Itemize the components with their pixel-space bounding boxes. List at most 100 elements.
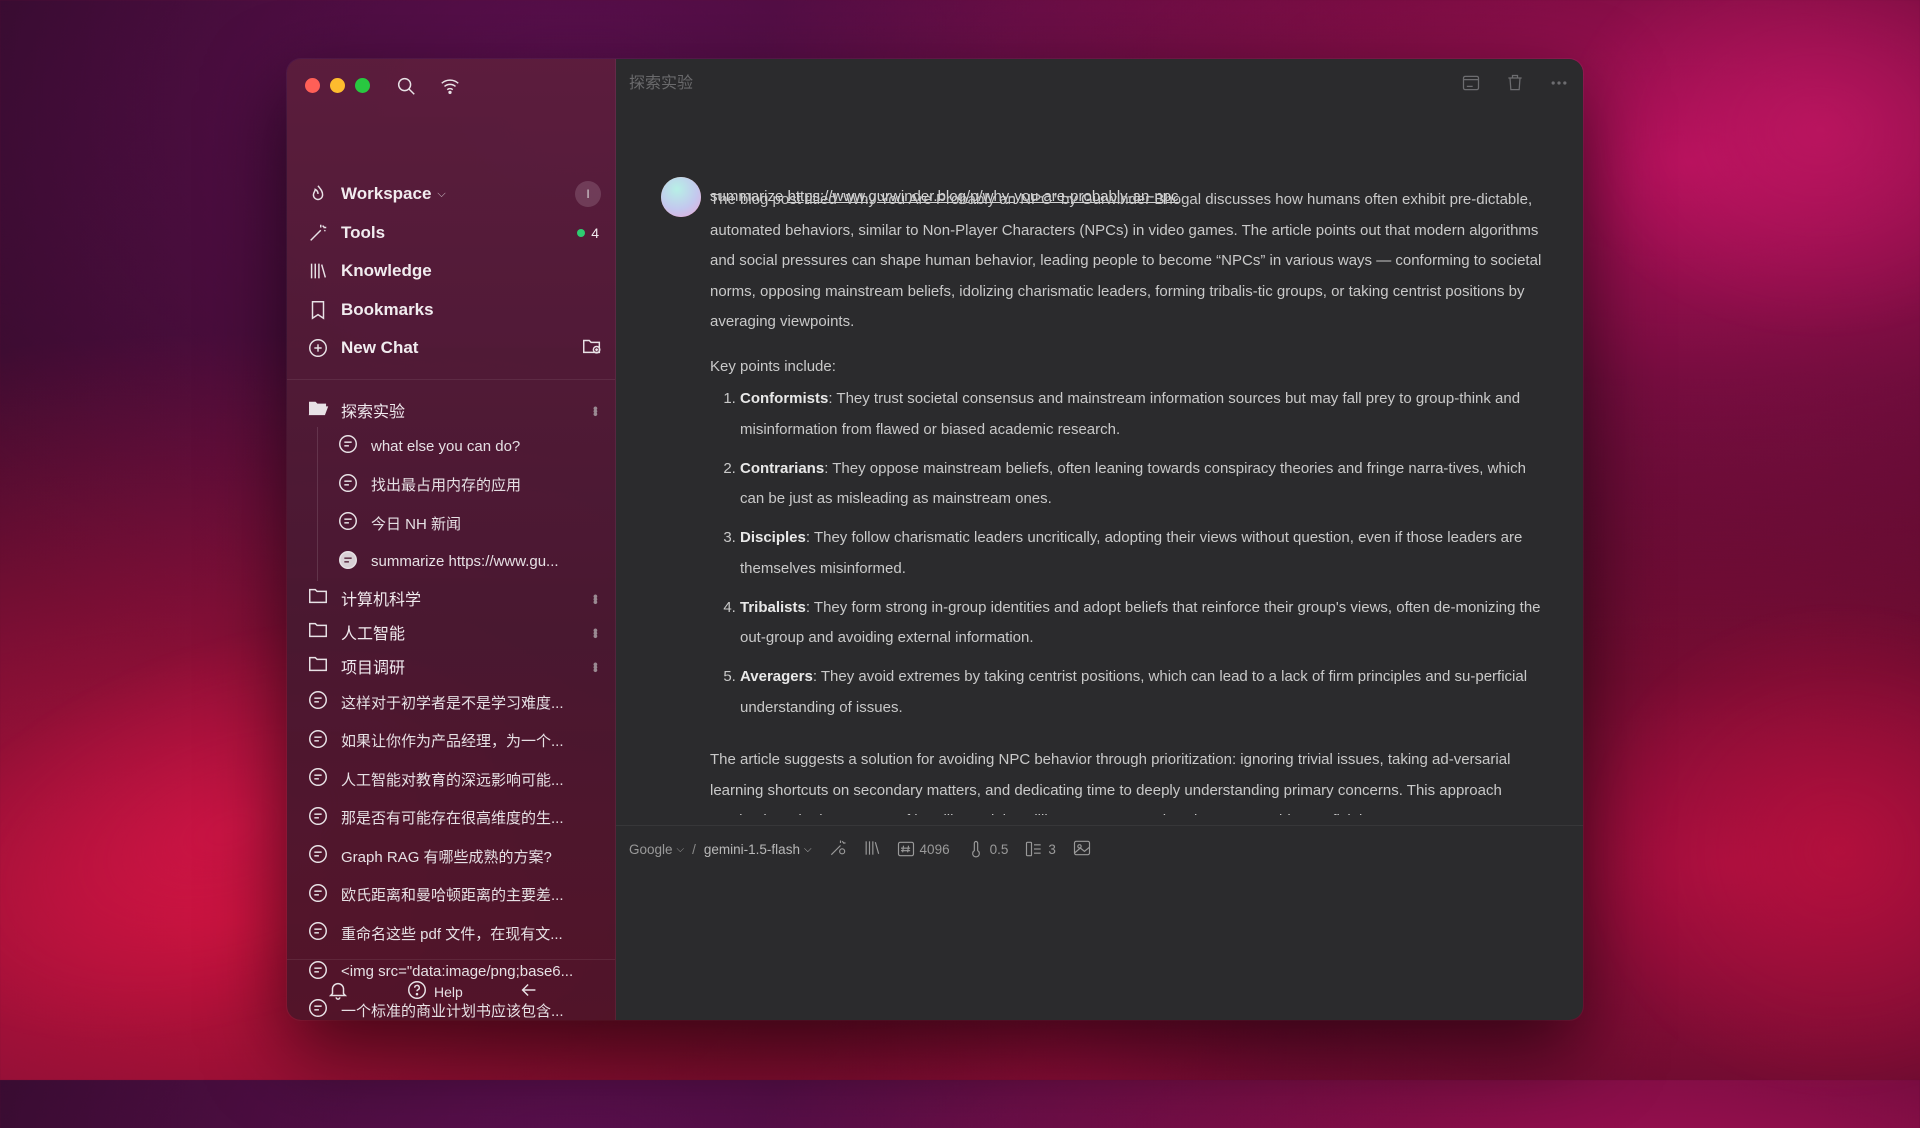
more-vertical-icon[interactable]: ••• (588, 662, 603, 671)
tools-icon (307, 222, 329, 244)
list-item[interactable]: 找出最占用内存的应用 (303, 465, 603, 505)
list-item[interactable]: 重命名这些 pdf 文件，在现有文... (303, 914, 603, 953)
sidebar-bottom-bar: Help (287, 959, 615, 1020)
chat-bubble-filled-icon (337, 549, 359, 575)
close-window-button[interactable] (305, 78, 320, 93)
folder-name: 人工智能 (341, 626, 406, 643)
new-chat-icon (307, 337, 329, 359)
chat-bubble-icon (307, 766, 329, 792)
sidebar-item-new-chat[interactable]: New Chat (303, 329, 603, 368)
list-item: Conformists: They trust societal consens… (740, 384, 1543, 445)
chat-bubble-icon (307, 728, 329, 754)
sidebar-nav: Workspace ⌵ I Tools 4 Knowledge Bookmark… (303, 175, 603, 368)
maximize-window-button[interactable] (355, 78, 370, 93)
list-item[interactable]: 欧氏距离和曼哈顿距离的主要差... (303, 876, 603, 915)
chat-bubble-icon (307, 805, 329, 831)
context-icon (1026, 841, 1042, 857)
image-icon[interactable] (1072, 838, 1092, 861)
help-icon (406, 979, 428, 1004)
chat-bubble-icon (307, 843, 329, 869)
list-item: Averagers: They avoid extremes by taking… (740, 662, 1543, 723)
chat-bubble-icon (337, 433, 359, 459)
workspace-badge: I (575, 181, 601, 208)
thermometer-icon (971, 840, 980, 858)
chat-title: Graph RAG 有哪些成熟的方案? (341, 848, 552, 866)
list-item[interactable]: 今日 NH 新闻 (303, 504, 603, 543)
chat-title: 这样对于初学者是不是学习难度... (341, 694, 564, 712)
bell-icon[interactable] (327, 979, 349, 1004)
sidebar-item-workspace[interactable]: Workspace ⌵ I (303, 175, 603, 214)
sidebar-divider (287, 379, 615, 380)
chat-header: 探索实验 (616, 59, 1583, 103)
sidebar-item-knowledge[interactable]: Knowledge (303, 252, 603, 291)
chat-bubble-icon (307, 882, 329, 908)
temperature-setting[interactable]: 0.5 (966, 839, 1008, 859)
list-item[interactable]: 如果让你作为产品经理，为一个... (303, 722, 603, 761)
chat-title: summarize https://www.gu... (371, 553, 559, 571)
workspace-icon (307, 183, 329, 205)
chat-title: 那是否有可能存在很高维度的生... (341, 810, 564, 828)
chat-title: what else you can do? (371, 437, 521, 455)
separator: / (692, 841, 696, 857)
knowledge-toggle-icon[interactable] (862, 838, 882, 861)
list-item[interactable]: 这样对于初学者是不是学习难度... (303, 683, 603, 722)
tools-count: 4 (577, 225, 599, 241)
folder-open-icon (307, 397, 329, 424)
chat-list-scroll[interactable]: 探索实验 ••• what else you can do? 找出最占用内存的应… (303, 393, 603, 1020)
chat-title: 重命名这些 pdf 文件，在现有文... (341, 925, 563, 943)
chat-panel: 探索实验 summarize https://www.gurwinder.blo… (616, 59, 1583, 1020)
sidebar-item-label: Knowledge (341, 261, 432, 281)
sidebar-item-bookmarks[interactable]: Bookmarks (303, 291, 603, 330)
max-tokens-setting[interactable]: 4096 (896, 839, 950, 859)
list-item[interactable]: 那是否有可能存在很高维度的生... (303, 799, 603, 838)
sidebar-item-label: Tools (341, 222, 386, 242)
new-folder-icon[interactable] (581, 335, 603, 362)
page-title: 探索实验 (629, 75, 694, 92)
more-horizontal-icon[interactable] (1549, 73, 1569, 93)
hash-icon (897, 841, 914, 857)
key-points-list: Conformists: They trust societal consens… (710, 384, 1543, 723)
sidebar-item-label: New Chat (341, 338, 419, 358)
bookmark-icon (307, 299, 329, 321)
sidebar-item-tools[interactable]: Tools 4 (303, 214, 603, 253)
folder-closed[interactable]: 项目调研 ••• (303, 649, 603, 683)
more-vertical-icon[interactable]: ••• (588, 594, 603, 603)
model-select[interactable]: gemini-1.5-flash ⌵ (704, 842, 812, 857)
trash-icon[interactable] (1505, 73, 1525, 93)
folder-closed[interactable]: 人工智能 ••• (303, 615, 603, 649)
sidebar-item-label: Bookmarks (341, 299, 434, 319)
assistant-message: The blog post titled “Why You Are Probab… (710, 185, 1543, 815)
folder-name: 项目调研 (341, 660, 406, 677)
sidebar: Workspace ⌵ I Tools 4 Knowledge Bookmark… (287, 59, 616, 1020)
knowledge-icon (307, 260, 329, 282)
list-item[interactable]: what else you can do? (303, 427, 603, 466)
folder-closed[interactable]: 计算机科学 ••• (303, 581, 603, 615)
sidebar-top-icons (395, 75, 461, 97)
search-icon[interactable] (395, 75, 417, 97)
chevron-down-icon: ⌵ (437, 187, 446, 200)
chat-title: 如果让你作为产品经理，为一个... (341, 733, 564, 751)
chat-bubble-icon (307, 689, 329, 715)
chat-title: 人工智能对教育的深远影响可能... (341, 771, 564, 789)
more-vertical-icon[interactable]: ••• (588, 406, 603, 415)
list-item: Disciples: They follow charismatic leade… (740, 523, 1543, 584)
context-setting[interactable]: 3 (1024, 839, 1056, 859)
list-item: Contrarians: They oppose mainstream beli… (740, 454, 1543, 515)
help-label: Help (434, 983, 463, 1000)
arrow-left-icon[interactable] (518, 979, 540, 1004)
tools-toggle-icon[interactable] (828, 838, 848, 861)
folder-open[interactable]: 探索实验 ••• (303, 393, 603, 427)
terminal-icon[interactable] (1461, 73, 1481, 93)
help-button[interactable]: Help (406, 979, 463, 1004)
more-vertical-icon[interactable]: ••• (588, 628, 603, 637)
list-item[interactable]: Graph RAG 有哪些成熟的方案? (303, 837, 603, 876)
chevron-down-icon: ⌵ (803, 843, 812, 855)
list-item-active[interactable]: summarize https://www.gu... (303, 542, 603, 582)
provider-select[interactable]: Google ⌵ (629, 842, 684, 857)
key-points-label: Key points include: (710, 357, 836, 375)
list-item[interactable]: 人工智能对教育的深远影响可能... (303, 760, 603, 799)
minimize-window-button[interactable] (330, 78, 345, 93)
chat-title: 今日 NH 新闻 (371, 515, 462, 533)
wifi-icon[interactable] (439, 75, 461, 97)
folder-name: 探索实验 (341, 404, 406, 421)
